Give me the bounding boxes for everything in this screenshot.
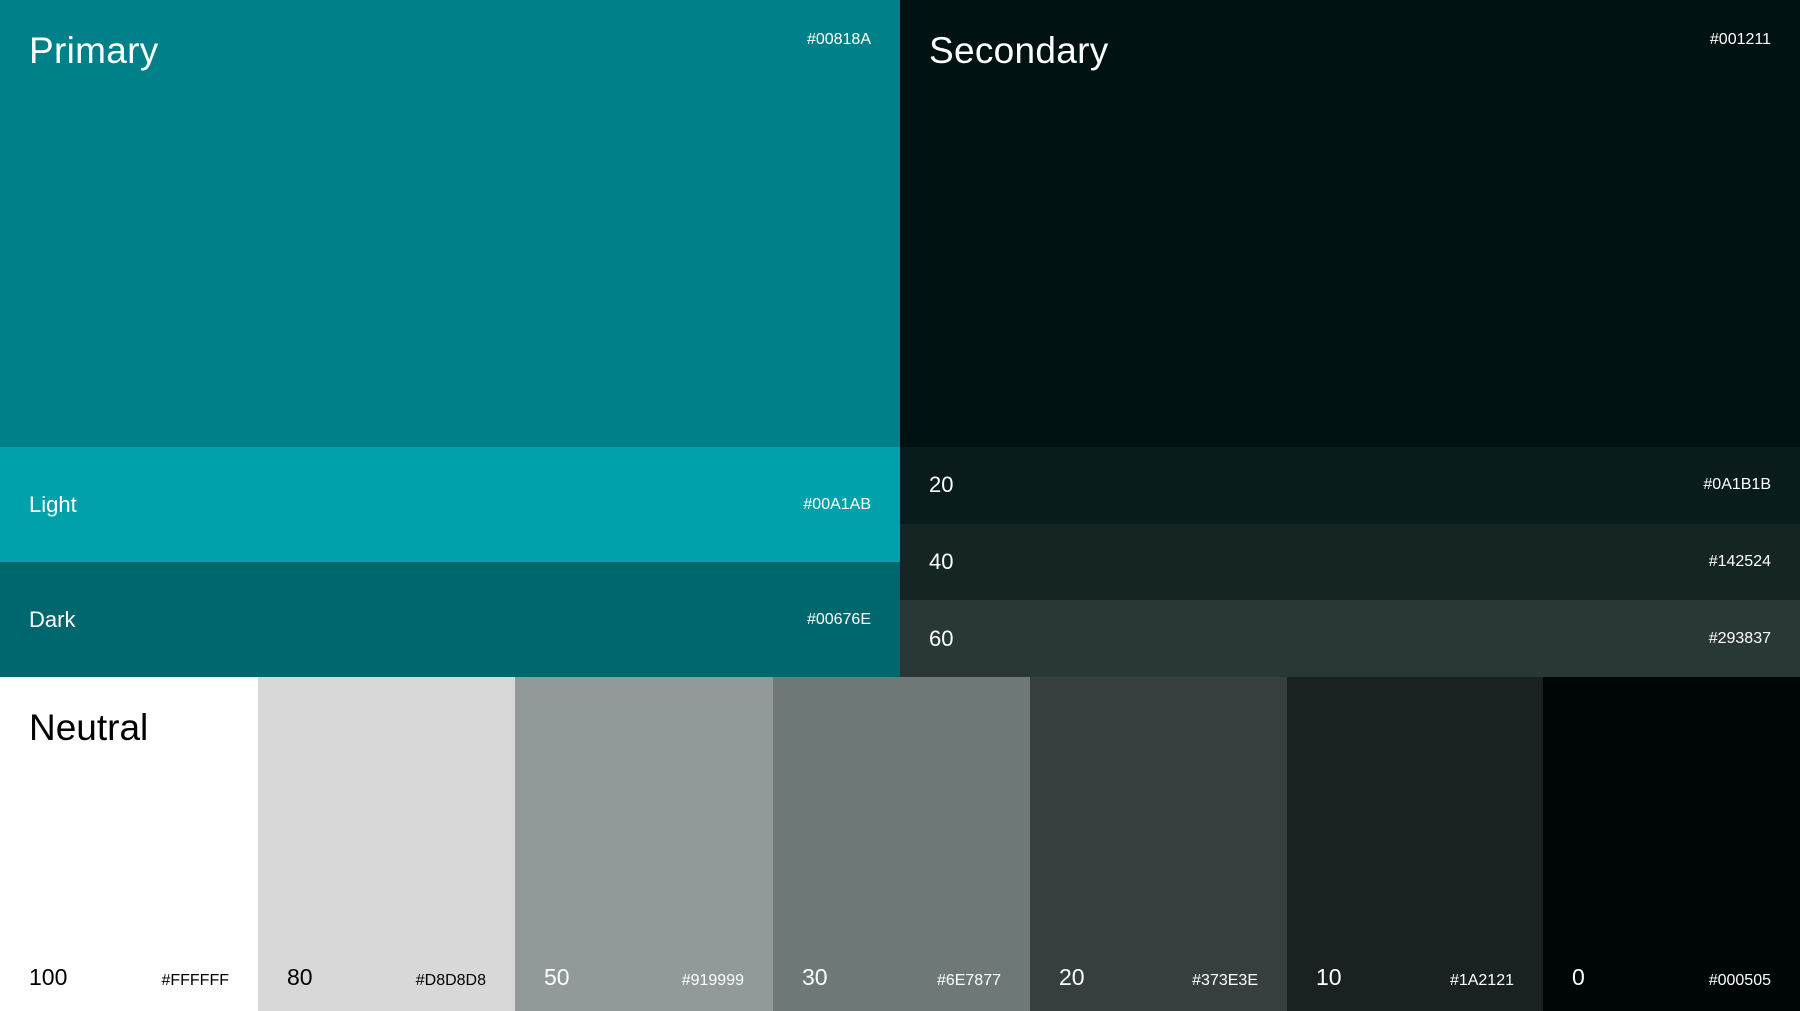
neutral-30-level: 30 xyxy=(802,964,828,990)
primary-swatch: Primary #00818A xyxy=(0,0,900,447)
primary-dark-label: Dark xyxy=(29,606,76,632)
neutral-50-level: 50 xyxy=(544,964,570,990)
neutral-50-hex: #919999 xyxy=(681,972,744,989)
secondary-40-hex: #142524 xyxy=(1708,552,1771,570)
secondary-20-label: 20 xyxy=(929,472,954,498)
primary-dark-swatch: Dark #00676E xyxy=(0,562,900,677)
neutral-section: Neutral 100 #FFFFFF 80 #D8D8D8 50 #91999… xyxy=(0,677,1800,1011)
neutral-100-level: 100 xyxy=(29,964,68,990)
neutral-80-hex: #D8D8D8 xyxy=(415,972,486,989)
secondary-title: Secondary xyxy=(929,30,1109,71)
neutral-20-swatch: 20 #373E3E xyxy=(1030,677,1287,1011)
secondary-section: Secondary #001211 20 #0A1B1B 40 #142524 … xyxy=(900,0,1800,677)
neutral-0-swatch: 0 #000505 xyxy=(1543,677,1800,1011)
neutral-10-level: 10 xyxy=(1316,964,1342,990)
neutral-20-hex: #373E3E xyxy=(1192,972,1258,989)
secondary-40-swatch: 40 #142524 xyxy=(900,523,1800,601)
neutral-0-hex: #000505 xyxy=(1708,972,1771,989)
neutral-20-level: 20 xyxy=(1059,964,1085,990)
primary-light-label: Light xyxy=(29,491,77,517)
neutral-10-swatch: 10 #1A2121 xyxy=(1287,677,1543,1011)
top-row: Primary #00818A Light #00A1AB Dark #0067… xyxy=(0,0,1800,677)
secondary-40-label: 40 xyxy=(929,548,954,574)
secondary-swatch: Secondary #001211 xyxy=(900,0,1800,447)
neutral-title: Neutral xyxy=(29,707,149,748)
neutral-80-level: 80 xyxy=(287,964,313,990)
color-palette: Primary #00818A Light #00A1AB Dark #0067… xyxy=(0,0,1800,1011)
secondary-60-hex: #293837 xyxy=(1708,629,1771,647)
secondary-60-swatch: 60 #293837 xyxy=(900,600,1800,677)
neutral-100-hex: #FFFFFF xyxy=(161,972,229,989)
neutral-30-hex: #6E7877 xyxy=(936,972,1001,989)
neutral-0-level: 0 xyxy=(1572,964,1585,990)
neutral-80-swatch: 80 #D8D8D8 xyxy=(258,677,515,1011)
neutral-50-swatch: 50 #919999 xyxy=(515,677,773,1011)
primary-dark-hex: #00676E xyxy=(806,610,871,628)
neutral-10-hex: #1A2121 xyxy=(1449,972,1514,989)
secondary-hex: #001211 xyxy=(1709,31,1771,48)
secondary-60-label: 60 xyxy=(929,625,954,651)
neutral-30-swatch: 30 #6E7877 xyxy=(773,677,1030,1011)
primary-light-hex: #00A1AB xyxy=(803,495,871,513)
primary-section: Primary #00818A Light #00A1AB Dark #0067… xyxy=(0,0,900,677)
secondary-20-hex: #0A1B1B xyxy=(1703,476,1771,494)
secondary-20-swatch: 20 #0A1B1B xyxy=(900,447,1800,524)
primary-hex: #00818A xyxy=(806,31,871,48)
primary-title: Primary xyxy=(29,30,159,71)
primary-light-swatch: Light #00A1AB xyxy=(0,447,900,562)
neutral-100-swatch: Neutral 100 #FFFFFF xyxy=(0,677,258,1011)
